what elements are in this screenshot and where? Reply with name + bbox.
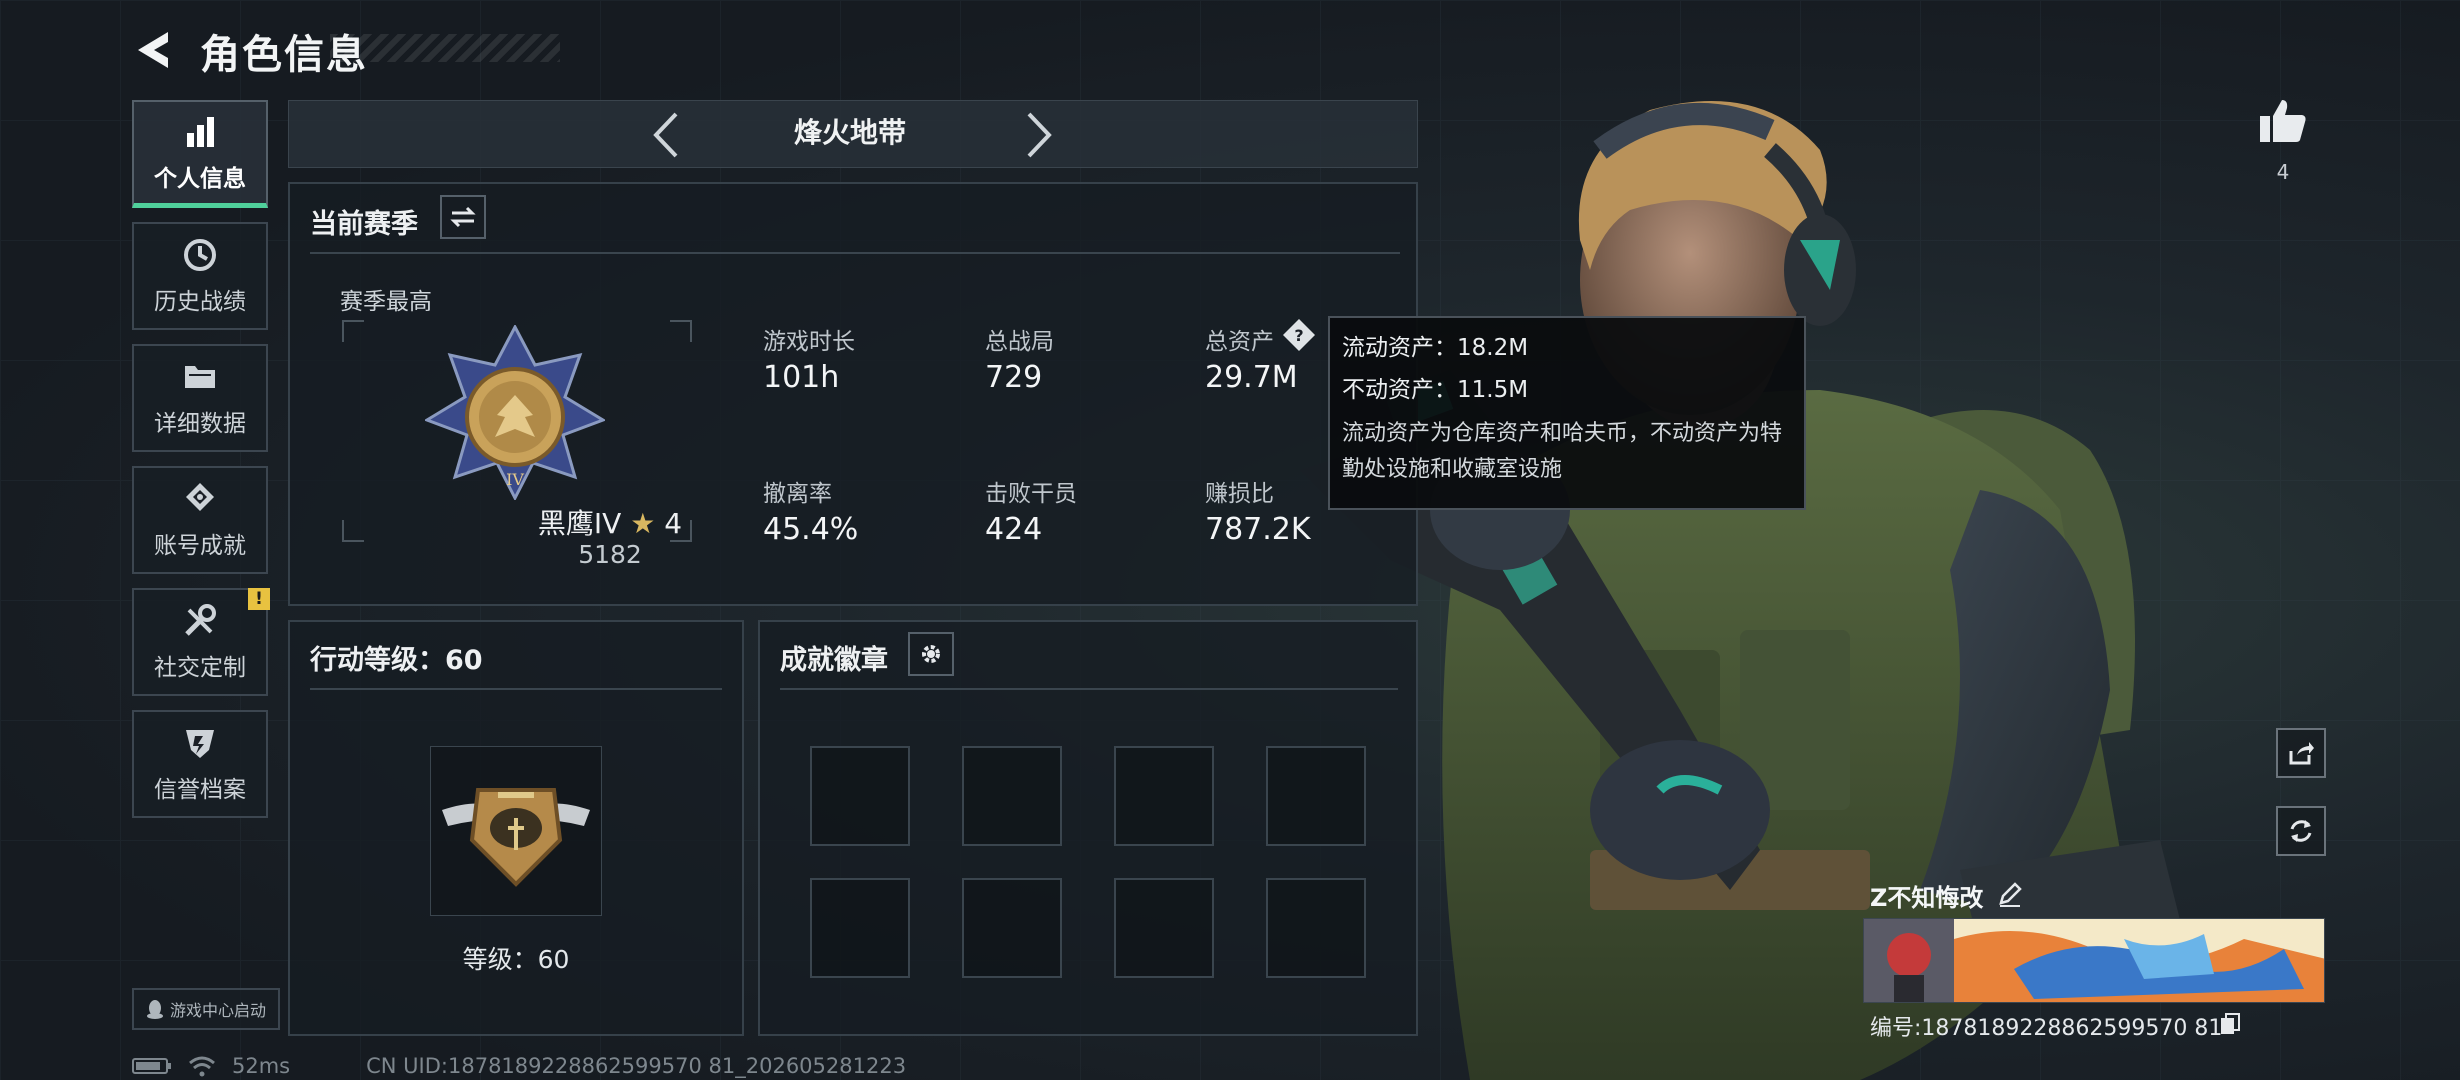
sidebar-item-achievements[interactable]: 账号成就 bbox=[132, 466, 268, 574]
svg-text:?: ? bbox=[1294, 326, 1303, 345]
stat-value-total-matches: 729 bbox=[985, 360, 1043, 395]
badge-slot[interactable] bbox=[1266, 878, 1366, 978]
stat-value-total-assets: 29.7M bbox=[1205, 360, 1298, 395]
wrench-icon bbox=[185, 604, 216, 636]
back-arrow-icon[interactable] bbox=[132, 28, 176, 72]
level-emblem-icon bbox=[442, 788, 590, 887]
game-center-label: 游戏中心启动 bbox=[169, 1001, 266, 1020]
history-clock-icon bbox=[184, 239, 216, 271]
sidebar-item-label: 历史战绩 bbox=[154, 289, 246, 315]
share-icon bbox=[2289, 742, 2314, 765]
sidebar-item-label: 详细数据 bbox=[154, 411, 246, 437]
wifi-icon bbox=[189, 1056, 215, 1077]
penguin-icon bbox=[146, 1000, 163, 1019]
badge-slot[interactable] bbox=[962, 878, 1062, 978]
action-level-title: 行动等级：60 bbox=[310, 645, 483, 676]
sidebar-item-credit-record[interactable]: 信誉档案 bbox=[132, 710, 268, 818]
player-name: Z不知悔改 bbox=[1870, 884, 1984, 912]
edit-pencil-icon[interactable] bbox=[1996, 880, 2024, 908]
tooltip-fixed-assets: 不动资产：11.5M bbox=[1342, 377, 1529, 403]
gear-icon bbox=[922, 645, 940, 663]
game-center-launch-button[interactable]: 游戏中心启动 bbox=[132, 988, 280, 1030]
switch-arrows-icon bbox=[450, 206, 476, 228]
badge-slot[interactable] bbox=[962, 746, 1062, 846]
badge-slot[interactable] bbox=[1266, 746, 1366, 846]
refresh-icon bbox=[2290, 820, 2312, 842]
rank-name-text: 黑鹰IV bbox=[537, 507, 622, 540]
battery-icon bbox=[132, 1058, 171, 1074]
folder-icon bbox=[185, 366, 215, 388]
season-title: 当前赛季 bbox=[310, 209, 418, 240]
stat-value-play-time: 101h bbox=[763, 360, 840, 395]
badge-slot[interactable] bbox=[1114, 746, 1214, 846]
tooltip-liquid-assets: 流动资产：18.2M bbox=[1342, 335, 1529, 361]
sidebar-item-history[interactable]: 历史战绩 bbox=[132, 222, 268, 330]
chevron-right-icon[interactable] bbox=[1025, 110, 1055, 160]
sidebar-item-label: 信誉档案 bbox=[154, 777, 246, 803]
level-text: 等级：60 bbox=[462, 945, 570, 974]
achievements-title: 成就徽章 bbox=[780, 645, 888, 676]
refresh-button[interactable] bbox=[2276, 806, 2326, 856]
stat-label-extract-rate: 撤离率 bbox=[763, 481, 832, 507]
player-id: 编号:1878189228862599570 81 bbox=[1870, 1016, 2223, 1041]
achievement-icon bbox=[186, 483, 214, 511]
badge-slot[interactable] bbox=[1114, 878, 1214, 978]
thumbs-up-icon[interactable] bbox=[2258, 96, 2308, 146]
season-switch-button[interactable] bbox=[440, 195, 486, 239]
rank-star-icon: ★ bbox=[630, 507, 656, 540]
player-banner[interactable] bbox=[1863, 918, 2325, 1003]
achievement-settings-button[interactable] bbox=[908, 632, 954, 676]
uid-text: CN UID:1878189228862599570 81_2026052812… bbox=[366, 1054, 907, 1078]
notification-badge: ! bbox=[248, 588, 270, 610]
rank-name: 黑鹰IV ★ 4 bbox=[440, 502, 780, 542]
rank-stars: 4 bbox=[664, 507, 683, 540]
stat-value-profit-ratio: 787.2K bbox=[1205, 512, 1311, 547]
bar-chart-icon bbox=[187, 116, 214, 147]
season-best-label: 赛季最高 bbox=[340, 289, 432, 315]
sidebar-item-label: 社交定制 bbox=[154, 655, 246, 681]
mode-name: 烽火地带 bbox=[793, 116, 906, 149]
stat-value-extract-rate: 45.4% bbox=[763, 512, 859, 547]
like-count: 4 bbox=[2276, 160, 2290, 184]
help-icon[interactable]: ? bbox=[1282, 318, 1316, 352]
stat-label-total-matches: 总战局 bbox=[985, 329, 1054, 355]
share-button[interactable] bbox=[2276, 728, 2326, 778]
status-bar: 52ms CN UID:1878189228862599570 81_20260… bbox=[132, 1052, 906, 1080]
rank-score: 5182 bbox=[578, 540, 642, 569]
badge-slot[interactable] bbox=[810, 746, 910, 846]
stat-label-operators-defeated: 击败干员 bbox=[985, 481, 1077, 507]
assets-tooltip: 流动资产：18.2M 不动资产：11.5M 流动资产为仓库资产和哈夫币，不动资产… bbox=[1328, 316, 1806, 510]
stat-label-profit-ratio: 赚损比 bbox=[1205, 481, 1274, 507]
rank-emblem-icon: IV bbox=[425, 325, 605, 500]
svg-text:IV: IV bbox=[506, 470, 524, 489]
sidebar-item-label: 账号成就 bbox=[154, 533, 246, 559]
divider bbox=[310, 688, 722, 690]
stat-label-total-assets: 总资产 bbox=[1205, 329, 1274, 355]
copy-icon[interactable] bbox=[2218, 1012, 2242, 1036]
sidebar-item-label: 个人信息 bbox=[154, 165, 246, 192]
banner-artwork-image bbox=[1864, 919, 2324, 1002]
badge-slot[interactable] bbox=[810, 878, 910, 978]
stat-label-play-time: 游戏时长 bbox=[763, 329, 855, 355]
ping-value: 52ms bbox=[232, 1054, 291, 1078]
sidebar-item-detailed-data[interactable]: 详细数据 bbox=[132, 344, 268, 452]
divider bbox=[780, 688, 1398, 690]
chevron-left-icon[interactable] bbox=[650, 110, 680, 160]
stat-value-operators-defeated: 424 bbox=[985, 512, 1043, 547]
divider bbox=[310, 252, 1400, 254]
credit-shield-icon bbox=[186, 730, 214, 758]
sidebar-item-personal-info[interactable]: 个人信息 bbox=[132, 100, 268, 208]
tooltip-description: 流动资产为仓库资产和哈夫币，不动资产为特勤处设施和收藏室设施 bbox=[1342, 421, 1783, 482]
page-title: 角色信息 bbox=[200, 32, 368, 78]
